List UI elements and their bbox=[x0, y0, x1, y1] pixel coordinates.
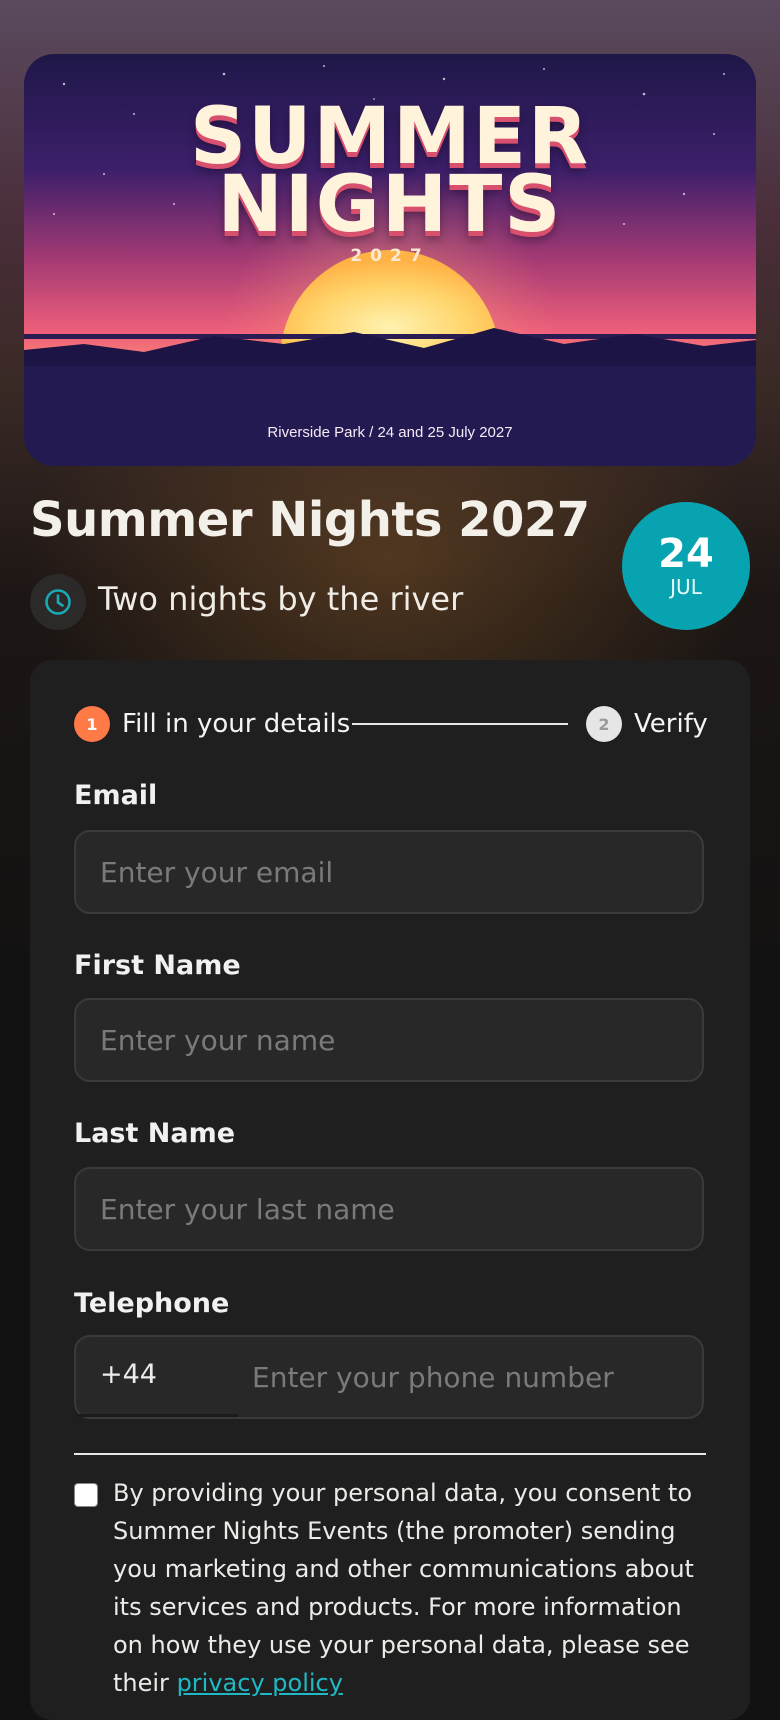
phone-input-wrapper bbox=[240, 1337, 702, 1417]
last-name-field-wrapper bbox=[74, 1167, 704, 1251]
registration-form-card: 1 Fill in your details 2 Verify Email Fi… bbox=[30, 660, 750, 1720]
consent-body: By providing your personal data, you con… bbox=[113, 1479, 694, 1697]
clock-icon bbox=[30, 574, 86, 630]
first-name-label: First Name bbox=[74, 950, 241, 981]
date-month: JUL bbox=[670, 575, 702, 599]
date-day: 24 bbox=[658, 531, 714, 577]
telephone-field-wrapper: +44 bbox=[74, 1335, 704, 1419]
privacy-policy-link[interactable]: privacy policy bbox=[177, 1669, 343, 1697]
event-banner: SUMMER NIGHTS 2027 Riverside Park / 24 a… bbox=[24, 54, 756, 466]
consent-text: By providing your personal data, you con… bbox=[113, 1474, 713, 1702]
email-field-wrapper bbox=[74, 830, 704, 914]
email-label: Email bbox=[74, 780, 158, 811]
banner-venue: Riverside Park / 24 and 25 July 2027 bbox=[267, 424, 513, 441]
first-name-field[interactable] bbox=[76, 1000, 702, 1080]
step-2-label: Verify bbox=[634, 709, 708, 739]
event-subtitle: Two nights by the river bbox=[98, 580, 464, 618]
last-name-field[interactable] bbox=[76, 1169, 702, 1249]
event-title: Summer Nights 2027 bbox=[30, 492, 590, 548]
telephone-label: Telephone bbox=[74, 1288, 230, 1319]
first-name-field-wrapper bbox=[74, 998, 704, 1082]
banner-year: 2027 bbox=[350, 246, 430, 266]
banner-title-line2: NIGHTS bbox=[217, 160, 563, 250]
email-field[interactable] bbox=[76, 832, 702, 912]
country-code-selector[interactable]: +44 bbox=[76, 1337, 238, 1417]
consent-checkbox[interactable] bbox=[74, 1483, 98, 1507]
step-connector bbox=[352, 723, 568, 725]
last-name-label: Last Name bbox=[74, 1118, 236, 1149]
phone-number-field[interactable] bbox=[240, 1337, 702, 1417]
step-2-number: 2 bbox=[586, 706, 622, 742]
step-1-label: Fill in your details bbox=[122, 709, 351, 739]
step-1-number: 1 bbox=[74, 706, 110, 742]
form-divider bbox=[74, 1453, 706, 1455]
date-badge: 24 JUL bbox=[622, 502, 750, 630]
